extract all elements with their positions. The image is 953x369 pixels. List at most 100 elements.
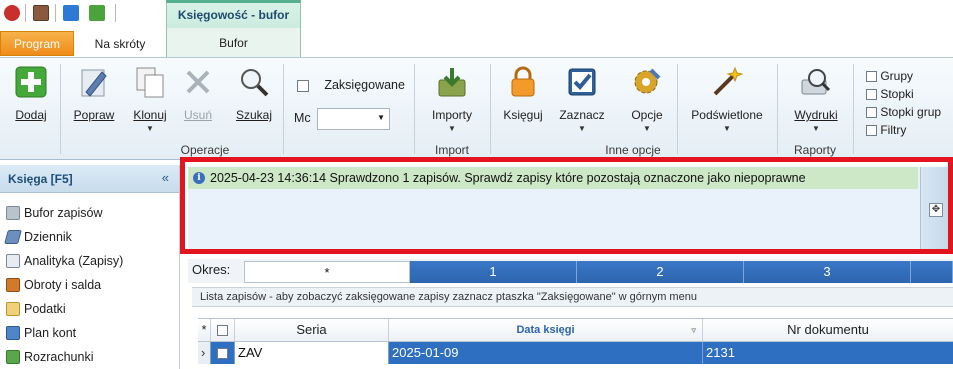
select-button-label: Zaznacz [559,108,605,122]
post-button[interactable]: Księguj [497,66,549,122]
tab-bufor[interactable]: Bufor [166,28,301,58]
separator [115,4,116,22]
row-checkbox[interactable] [217,348,228,360]
taxes-icon [6,302,20,316]
column-header-label: Data księgi [516,324,575,336]
prints-button[interactable]: Wydruki ▼ [788,66,844,133]
sidebar-item-label: Obroty i salda [24,278,102,292]
select-all-checkbox[interactable] [217,325,228,337]
message-panel: i 2025-04-23 14:36:14 Sprawdzono 1 zapis… [188,167,948,253]
copy-icon [134,66,166,98]
move-icon[interactable]: ✥ [929,203,943,217]
period-tab-more[interactable] [911,261,953,283]
ribbon: Dodaj Popraw Klonuj ▼ Usuń Szukaj Zaksię… [0,57,953,160]
highlighted-button[interactable]: Podświetlone ▼ [684,66,770,133]
footers-checkbox-label: Stopki [880,87,914,101]
power-icon[interactable] [4,5,20,21]
column-header-data-ksiegi[interactable]: Data księgi ▿ [389,319,703,341]
magnifier-icon [238,66,270,98]
groups-checkbox-row[interactable]: Grupy [866,67,941,85]
separator [55,4,56,22]
quick-access-toolbar [0,0,953,28]
delete-button-label: Usuń [183,108,212,122]
filters-checkbox[interactable] [866,125,877,137]
separator [60,64,61,154]
chevron-down-icon: ▼ [377,113,385,122]
period-tab-all[interactable]: * [244,261,410,283]
separator [25,4,26,22]
delete-button[interactable]: Usuń [176,66,220,122]
refresh-blue-icon[interactable] [63,5,79,21]
refresh-green-icon[interactable] [89,5,105,21]
lock-icon [507,66,539,98]
clone-button[interactable]: Klonuj ▼ [126,66,174,133]
sidebar-item-podatki[interactable]: Podatki [0,297,179,321]
groups-checkbox[interactable] [866,71,877,83]
settlements-icon [6,350,20,364]
sidebar-item-dziennik[interactable]: Dziennik [0,225,179,249]
message-panel-side: ✥ [920,167,948,253]
imports-button[interactable]: Importy ▼ [424,66,480,133]
ribbon-tab-row: Program Na skróty Bufor [0,28,953,58]
row-checkbox-cell[interactable] [211,342,235,364]
edit-button[interactable]: Popraw [68,66,120,122]
column-header-nr-dokumentu[interactable]: Nr dokumentu [703,319,953,341]
cell-nr-dokumentu[interactable]: 2131 [703,342,953,364]
sidebar-item-label: Dziennik [24,230,72,244]
period-tab-2[interactable]: 2 [577,261,744,283]
month-select[interactable]: ▼ [317,108,390,130]
clone-button-label: Klonuj [133,108,167,122]
tab-program[interactable]: Program [0,31,74,56]
chevron-down-icon: ▼ [448,124,456,133]
buffer-icon [6,206,20,220]
sidebar-item-label: Plan kont [24,326,77,340]
period-tab-3[interactable]: 3 [744,261,911,283]
footers-checkbox-row[interactable]: Stopki [866,85,941,103]
filter-icon[interactable]: ▿ [691,319,696,341]
column-header-select[interactable] [211,319,235,341]
booked-checkbox[interactable] [297,79,309,92]
group-label-inne-opcje: Inne opcje [605,143,661,157]
plus-icon [15,66,47,98]
options-button[interactable]: Opcje ▼ [622,66,672,133]
booked-checkbox-label: Zaksięgowane [324,78,405,92]
sidebar: Księga [F5] « Bufor zapisów Dziennik Ana… [0,165,180,369]
import-download-icon [436,66,468,98]
search-button[interactable]: Szukaj [232,66,276,122]
select-button[interactable]: Zaznacz ▼ [556,66,608,133]
sidebar-item-rozrachunki[interactable]: Rozrachunki [0,345,179,369]
cell-data-ksiegi[interactable]: 2025-01-09 [389,342,703,364]
journal-icon [4,230,22,244]
tab-na-skroty[interactable]: Na skróty [74,32,166,58]
sidebar-item-label: Podatki [24,302,66,316]
context-tab-title-text: Księgowość - bufor [177,8,290,22]
add-button[interactable]: Dodaj [8,66,54,122]
sidebar-item-plan-kont[interactable]: Plan kont [0,321,179,345]
pencil-icon [78,66,110,98]
filters-checkbox-label: Filtry [880,123,907,137]
calendar-icon[interactable] [33,5,49,21]
collapse-icon[interactable]: « [162,170,169,185]
footers-checkbox[interactable] [866,89,877,101]
month-label: Mc [294,111,311,125]
filters-checkbox-row[interactable]: Filtry [866,121,941,139]
group-footers-checkbox[interactable] [866,107,877,119]
sidebar-item-obroty-i-salda[interactable]: Obroty i salda [0,273,179,297]
chevron-down-icon: ▼ [723,124,731,133]
chevron-down-icon: ▼ [146,124,154,133]
delete-x-icon [182,66,214,98]
sidebar-item-bufor-zapisow[interactable]: Bufor zapisów [0,201,179,225]
sidebar-item-analityka[interactable]: Analityka (Zapisy) [0,249,179,273]
group-footers-checkbox-row[interactable]: Stopki grup [866,103,941,121]
column-header-seria[interactable]: Seria [235,319,389,341]
message-text: 2025-04-23 14:36:14 Sprawdzono 1 zapisów… [210,171,806,185]
booked-checkbox-row[interactable]: Zaksięgowane [297,78,405,94]
period-tab-1[interactable]: 1 [410,261,577,283]
turnover-icon [6,278,20,292]
cell-seria[interactable]: ZAV [235,342,389,364]
group-label-raporty: Raporty [793,143,837,157]
table-row[interactable]: › ZAV 2025-01-09 2131 [198,342,953,364]
sidebar-header: Księga [F5] « [0,165,179,193]
magic-wand-icon [711,66,744,98]
grid-hint: Lista zapisów - aby zobaczyć zaksięgowan… [192,287,953,307]
